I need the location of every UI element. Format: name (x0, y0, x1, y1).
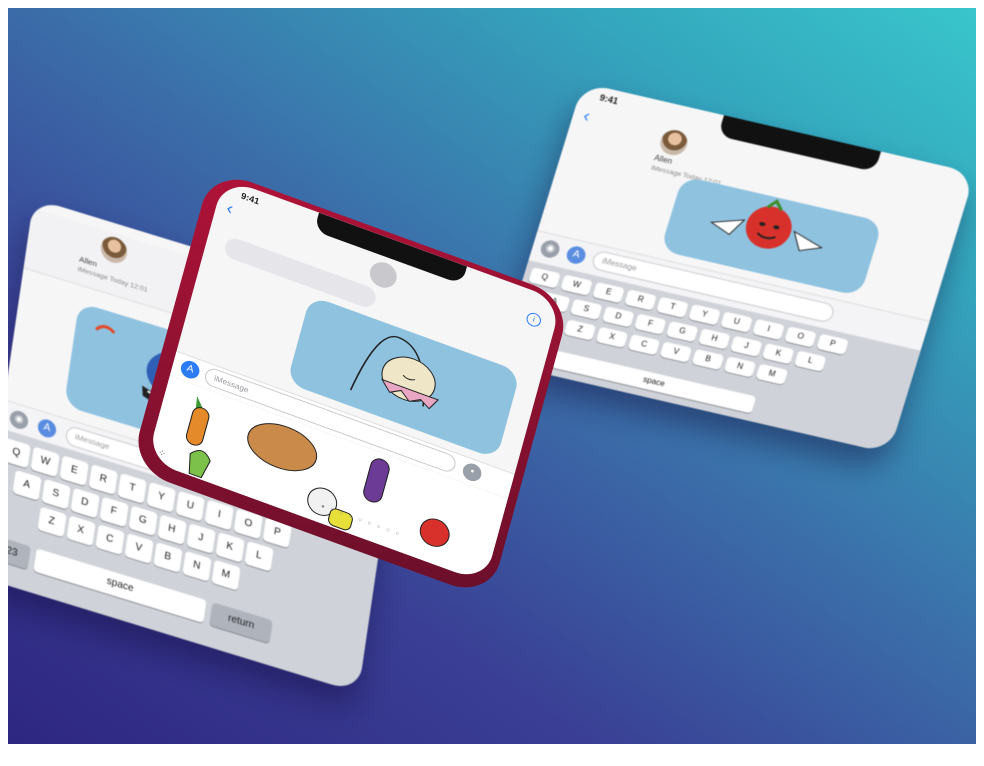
emoji-icon[interactable]: ☺ (0, 565, 5, 582)
key-j[interactable]: J (185, 522, 216, 554)
key-s[interactable]: S (40, 478, 71, 510)
key-q[interactable]: Q (1, 437, 31, 469)
key-p[interactable]: P (816, 333, 849, 355)
app-store-icon[interactable]: A (564, 244, 588, 266)
key-t[interactable]: T (117, 473, 147, 504)
key-space[interactable]: space (551, 350, 757, 414)
key-h[interactable]: H (697, 328, 731, 350)
key-z[interactable]: Z (563, 319, 597, 341)
microphone-icon[interactable]: • (460, 460, 484, 484)
key-m[interactable]: M (210, 559, 241, 591)
key-n[interactable]: N (723, 356, 757, 378)
key-g[interactable]: G (665, 320, 699, 343)
status-time: 9:41 (240, 190, 261, 207)
eggplant-sticker[interactable] (362, 456, 391, 504)
key-i[interactable]: I (752, 318, 785, 341)
key-y[interactable]: Y (146, 481, 176, 513)
key-n[interactable]: N (181, 550, 212, 582)
key-x[interactable]: X (595, 326, 629, 349)
app-store-icon[interactable]: A (36, 417, 58, 440)
key-r[interactable]: R (624, 289, 657, 311)
key-l[interactable]: L (243, 540, 274, 572)
key-g[interactable]: G (127, 505, 158, 537)
right-phone-screen: 9:41 ‹ Allen iMessage Today 12:01 ◉ A iM… (496, 82, 976, 454)
key-a[interactable]: A (11, 469, 42, 501)
key-s[interactable]: S (569, 298, 603, 321)
chevron-left-icon[interactable]: ‹ (224, 198, 236, 219)
key-r[interactable]: R (88, 464, 118, 496)
key-e[interactable]: E (592, 281, 625, 304)
key-c[interactable]: C (94, 524, 125, 556)
key-v[interactable]: V (123, 532, 154, 564)
key-c[interactable]: C (627, 334, 661, 356)
key-m[interactable]: M (755, 363, 789, 385)
carrot-sticker[interactable] (185, 396, 213, 447)
app-store-icon[interactable]: A (178, 358, 202, 382)
key-123[interactable]: 123 (0, 534, 31, 570)
camera-icon[interactable]: ◉ (8, 408, 30, 432)
key-z[interactable]: Z (36, 506, 67, 538)
key-k[interactable]: K (214, 531, 245, 563)
pepper-sticker[interactable] (185, 447, 212, 479)
key-x[interactable]: X (65, 515, 96, 547)
key-return[interactable]: return (209, 602, 273, 644)
key-b[interactable]: B (691, 348, 725, 371)
key-h[interactable]: H (156, 514, 187, 546)
key-w[interactable]: W (560, 274, 593, 296)
key-y[interactable]: Y (688, 304, 721, 326)
key-b[interactable]: B (152, 541, 183, 573)
key-d[interactable]: D (69, 487, 100, 519)
camera-icon[interactable]: ◉ (538, 238, 562, 260)
avatar[interactable] (367, 258, 400, 292)
status-time: 9:41 (598, 92, 620, 107)
key-f[interactable]: F (98, 496, 129, 528)
key-k[interactable]: K (761, 343, 795, 365)
key-f[interactable]: F (633, 313, 667, 335)
key-t[interactable]: T (656, 296, 689, 319)
key-l[interactable]: L (793, 350, 827, 372)
avatar[interactable] (657, 127, 691, 158)
key-e[interactable]: E (59, 455, 89, 487)
key-v[interactable]: V (659, 341, 693, 363)
key-u[interactable]: U (175, 490, 205, 522)
key-d[interactable]: D (601, 306, 635, 328)
key-o[interactable]: O (784, 326, 817, 348)
key-u[interactable]: U (720, 311, 753, 333)
tomato-sticker-small[interactable] (417, 515, 452, 551)
key-w[interactable]: W (30, 446, 60, 478)
key-j[interactable]: J (729, 335, 763, 358)
